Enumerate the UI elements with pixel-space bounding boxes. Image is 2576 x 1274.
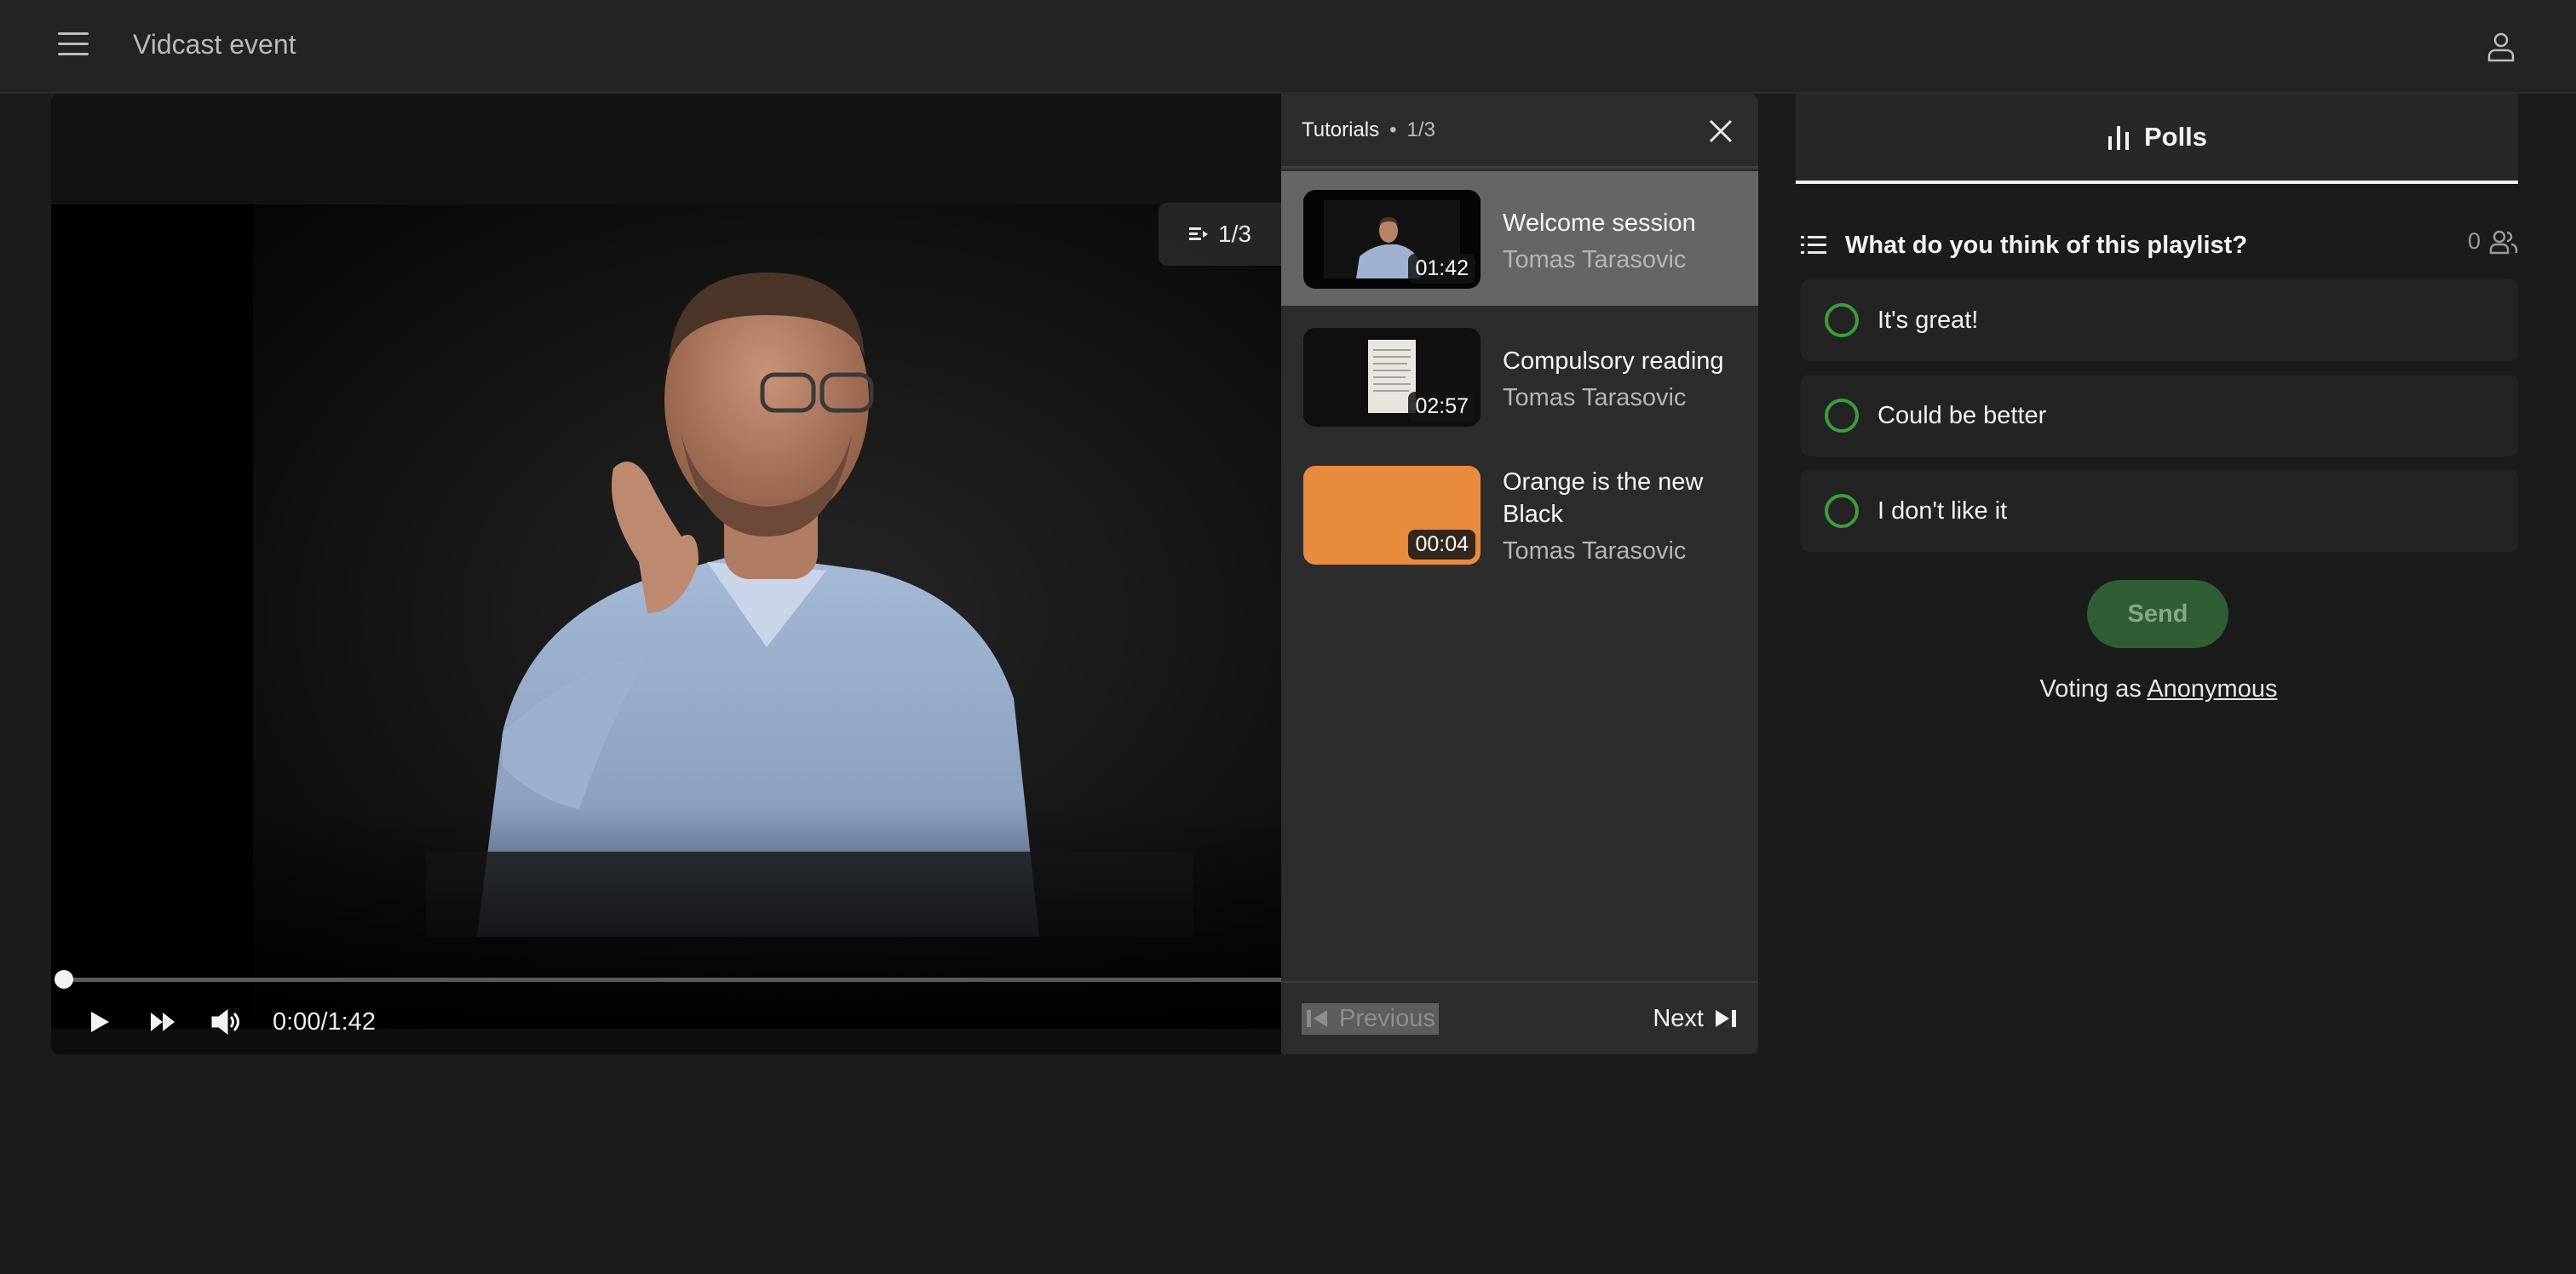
playlist-position: 1/3 [1406, 118, 1435, 141]
color-thumbnail: 00:04 [1303, 466, 1481, 565]
next-button[interactable]: Next [1653, 1005, 1738, 1033]
users-icon [2489, 230, 2518, 254]
playlist-item[interactable]: 01:42 Welcome session Tomas Tarasovic [1281, 171, 1758, 306]
playlist-footer: Previous Next [1281, 981, 1758, 1054]
radio-button[interactable] [1825, 303, 1859, 337]
poll-option-label: It's great! [1877, 306, 1979, 334]
close-icon[interactable] [1705, 116, 1736, 146]
playlist-item[interactable]: 00:04 Orange is the new Black Tomas Tara… [1281, 447, 1758, 617]
volume-icon[interactable] [206, 1002, 245, 1042]
previous-label: Previous [1339, 1004, 1435, 1032]
playlist-item-text: Welcome session Tomas Tarasovic [1503, 207, 1750, 276]
skip-previous-icon [1307, 1010, 1327, 1027]
playlist-panel: Tutorials • 1/3 01:42 Welcome session To… [1281, 94, 1758, 1054]
playlist-item-author: Tomas Tarasovic [1503, 246, 1687, 273]
poll-option[interactable]: I don't like it [1801, 470, 2518, 552]
playlist-item-author: Tomas Tarasovic [1503, 537, 1687, 565]
playlist-icon [1189, 227, 1208, 240]
video-duration: 01:42 [1408, 254, 1475, 284]
video-thumbnail: 01:42 [1303, 190, 1481, 289]
voting-as-text: Voting as Anonymous [1775, 675, 2542, 703]
player-top-area [51, 94, 1281, 204]
video-duration: 00:04 [1408, 530, 1475, 560]
list-icon [1801, 236, 1826, 254]
user-icon[interactable] [2486, 31, 2516, 63]
player-controls: 0:00/1:42 [51, 996, 1281, 1047]
polls-tab-label: Polls [2143, 122, 2208, 152]
fast-forward-icon[interactable] [143, 1002, 182, 1042]
playlist-separator: • [1389, 118, 1397, 141]
poll-option-label: I don't like it [1877, 496, 2008, 525]
skip-next-icon [1716, 1010, 1736, 1027]
playlist-badge[interactable]: 1/3 [1159, 203, 1281, 266]
previous-button[interactable]: Previous [1302, 1002, 1439, 1035]
poll-option[interactable]: It's great! [1801, 279, 2518, 361]
poll-question-text: What do you think of this playlist? [1845, 231, 2248, 259]
progress-bar[interactable] [55, 970, 1281, 989]
poll-option[interactable]: Could be better [1801, 375, 2518, 456]
playlist-badge-label: 1/3 [1218, 221, 1251, 247]
tab-polls[interactable]: Polls [1796, 94, 2518, 184]
radio-button[interactable] [1825, 494, 1859, 528]
hamburger-menu-icon[interactable] [58, 32, 92, 60]
play-icon[interactable] [80, 1002, 119, 1042]
anonymous-link[interactable]: Anonymous [2147, 675, 2277, 703]
playlist-item-author: Tomas Tarasovic [1503, 384, 1687, 411]
video-duration: 02:57 [1408, 392, 1475, 422]
vote-count-number: 0 [2467, 228, 2481, 254]
voting-as-prefix: Voting as [2039, 675, 2142, 703]
video-bottom-gradient [51, 807, 1281, 1029]
playlist-item-title: Welcome session [1503, 209, 1696, 237]
playlist-title: Tutorials [1302, 118, 1380, 141]
bar-chart-icon [2107, 126, 2129, 150]
playlist-header: Tutorials • 1/3 [1281, 94, 1758, 169]
video-frame[interactable] [51, 204, 1281, 1029]
playlist-item[interactable]: 02:57 Compulsory reading Tomas Tarasovic [1281, 309, 1758, 444]
video-player[interactable]: 1/3 0:00/1:42 [51, 94, 1281, 1054]
radio-button[interactable] [1825, 399, 1859, 433]
poll-option-label: Could be better [1877, 401, 2047, 429]
time-display: 0:00/1:42 [273, 1007, 376, 1036]
send-button[interactable]: Send [2087, 580, 2228, 648]
progress-handle[interactable] [55, 970, 73, 989]
next-label: Next [1653, 1004, 1704, 1032]
poll-question: What do you think of this playlist? 0 [1801, 228, 2518, 262]
playlist-item-title: Compulsory reading [1503, 347, 1724, 375]
top-bar: Vidcast event [0, 0, 2576, 94]
app-title: Vidcast event [133, 29, 296, 60]
playlist-item-text: Compulsory reading Tomas Tarasovic [1503, 345, 1750, 414]
playlist-item-text: Orange is the new Black Tomas Tarasovic [1503, 466, 1750, 567]
document-thumbnail: 02:57 [1303, 328, 1481, 427]
playlist-item-title: Orange is the new Black [1503, 468, 1704, 528]
polls-panel: Polls What do you think of this playlist… [1775, 94, 2542, 1054]
poll-vote-count: 0 [2468, 228, 2518, 255]
